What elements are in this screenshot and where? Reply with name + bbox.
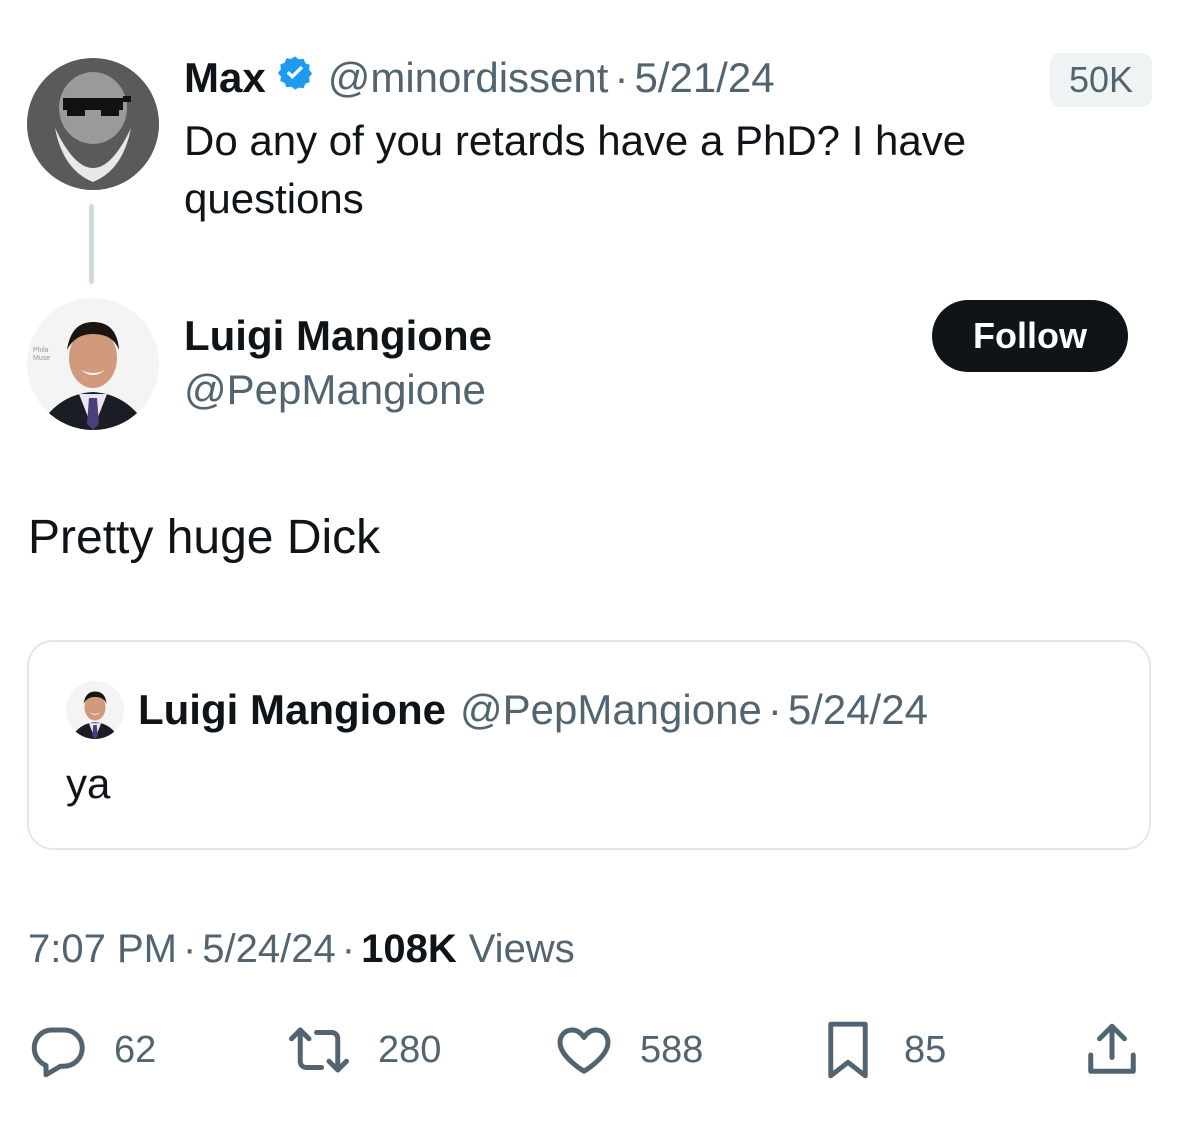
main-handle[interactable]: @PepMangione — [184, 366, 486, 414]
share-icon — [1082, 1020, 1142, 1080]
like-icon — [554, 1020, 614, 1080]
quoted-tweet-card[interactable] — [27, 640, 1151, 850]
views-count: 108K — [361, 926, 457, 971]
quoted-date[interactable]: 5/24/24 — [788, 686, 928, 734]
separator-dot: · — [767, 686, 782, 733]
separator-dot: · — [341, 926, 356, 971]
svg-text:Phila: Phila — [33, 347, 49, 354]
reply-button[interactable]: 62 — [28, 1018, 156, 1082]
follow-button[interactable]: Follow — [932, 300, 1128, 372]
like-count: 588 — [640, 1028, 704, 1071]
verified-badge-icon — [276, 54, 314, 102]
bookmark-icon — [818, 1018, 878, 1082]
separator-dot: · — [182, 926, 197, 971]
main-display-name[interactable]: Luigi Mangione — [184, 312, 492, 360]
quoted-header: Luigi Mangione @PepMangione · 5/24/24 — [138, 684, 928, 736]
repost-count: 280 — [378, 1028, 442, 1071]
parent-text-line2: questions — [184, 175, 364, 222]
quoted-handle[interactable]: @PepMangione — [460, 686, 762, 734]
parent-header: Max @minordissent · 5/21/24 — [184, 52, 775, 104]
repost-button[interactable]: 280 — [286, 1018, 441, 1082]
parent-display-name[interactable]: Max — [184, 54, 266, 102]
bookmark-count: 85 — [904, 1028, 947, 1071]
views-label: Views — [468, 926, 575, 971]
quoted-text: ya — [66, 760, 111, 807]
quoted-display-name[interactable]: Luigi Mangione — [138, 686, 446, 734]
parent-date[interactable]: 5/21/24 — [634, 54, 774, 102]
thread-line — [89, 204, 94, 284]
reply-icon — [28, 1020, 88, 1080]
parent-avatar[interactable] — [27, 58, 159, 190]
reply-count: 62 — [114, 1028, 157, 1071]
repost-icon — [286, 1020, 352, 1080]
tweet-date[interactable]: 5/24/24 — [202, 927, 335, 972]
main-tweet-text: Pretty huge Dick — [28, 511, 381, 564]
like-button[interactable]: 588 — [554, 1018, 703, 1082]
separator-dot: · — [614, 54, 629, 101]
svg-text:Muse: Muse — [33, 355, 50, 362]
bookmark-button[interactable]: 85 — [818, 1018, 946, 1082]
parent-text: Do any of you retards have a PhD? I have… — [184, 112, 966, 228]
main-avatar[interactable]: Phila Muse — [27, 298, 159, 430]
share-button[interactable] — [1082, 1018, 1142, 1082]
parent-handle[interactable]: @minordissent — [328, 54, 609, 102]
quoted-avatar[interactable] — [66, 681, 124, 739]
parent-text-line1: Do any of you retards have a PhD? I have — [184, 117, 967, 164]
parent-badge[interactable]: 50K — [1050, 53, 1152, 107]
tweet-time[interactable]: 7:07 PM — [28, 927, 177, 972]
tweet-meta: 7:07 PM · 5/24/24 · 108K Views — [28, 922, 575, 976]
